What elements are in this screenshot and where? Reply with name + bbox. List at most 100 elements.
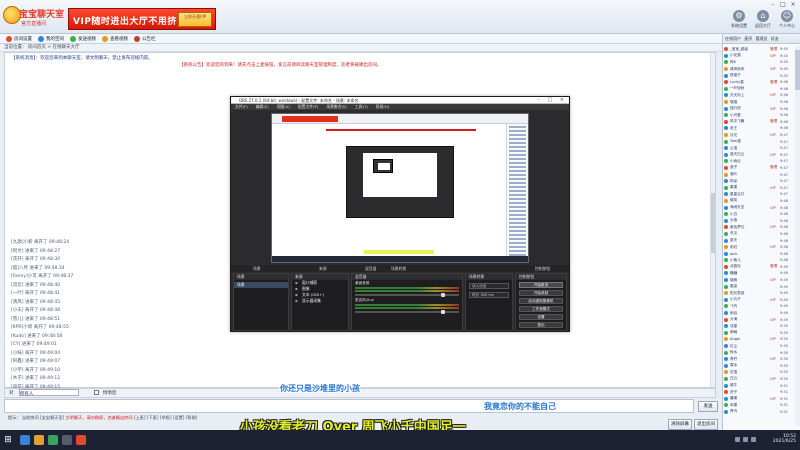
toolbar-view-video[interactable]: 查看视频 [102, 35, 128, 42]
toolbar-send-video[interactable]: 发送视频 [70, 35, 96, 42]
toolbar-room-settings[interactable]: 房间设置 [6, 35, 32, 42]
settings-button[interactable]: ⚙ 系统设置 [728, 10, 750, 32]
minimize-icon[interactable]: – [768, 1, 778, 8]
clear-screen-button[interactable]: 清除屏幕 [668, 419, 692, 430]
control-button[interactable]: 开始推流 [519, 282, 563, 288]
control-button[interactable]: 设置 [519, 314, 563, 320]
user-row[interactable]: 烟雨 VIP 9:49 [723, 277, 795, 284]
obs-menu-item[interactable]: 文件(F) [235, 104, 248, 109]
scrollbar-thumb[interactable] [711, 193, 715, 253]
user-row[interactable]: 大海 VIP 9:49 [723, 316, 795, 323]
start-button[interactable]: ⊞ [0, 430, 16, 450]
user-row[interactable]: Tom猫 9:47 [723, 138, 795, 145]
scene-item[interactable]: 场景 [234, 282, 288, 288]
profile-button[interactable]: ☺ 个人中心 [776, 10, 798, 32]
tab-admins[interactable]: 管理员 [756, 36, 768, 41]
source-item[interactable]: 显示器采集 [292, 298, 348, 304]
user-row[interactable]: 微笑 9:48 [723, 198, 795, 205]
transition-type-select[interactable]: 淡入淡出 [469, 283, 509, 289]
user-row[interactable]: 风中飞舞 管理 9:46 [723, 119, 795, 126]
user-row[interactable]: 冬瓜 9:48 [723, 231, 795, 238]
user-row[interactable]: 清风徐来 VIP 9:45 [723, 66, 795, 73]
user-row[interactable]: 喵喵 9:46 [723, 99, 795, 106]
user-row[interactable]: 青柠 VIP 9:50 [723, 356, 795, 363]
control-button[interactable]: 开始录制 [519, 290, 563, 296]
control-button[interactable]: 启动虚拟摄像机 [519, 298, 563, 304]
tab-friends[interactable]: 好友 [771, 36, 779, 41]
send-button[interactable]: 发送 [698, 401, 718, 412]
user-row[interactable]: 墨染 9:49 [723, 283, 795, 290]
obs-menu-item[interactable]: 工具(T) [355, 104, 368, 109]
user-list-scrollbar[interactable] [795, 46, 800, 426]
browser-icon[interactable] [20, 435, 30, 445]
vip-open-button[interactable]: 立即开通VIP [178, 12, 212, 27]
user-row[interactable]: 果果 VIP 9:47 [723, 184, 795, 191]
user-row[interactable]: 月光 VIP 9:47 [723, 132, 795, 139]
control-button[interactable]: 工作室模式 [519, 306, 563, 312]
vip-banner[interactable]: VIP随时进出大厅不用挤 立即开通VIP [68, 8, 216, 30]
toolbar-my-space[interactable]: 我的空间 [38, 35, 64, 42]
user-row[interactable]: 流星 9:50 [723, 323, 795, 330]
tab-mixer[interactable]: 混音器 [365, 265, 376, 272]
user-row[interactable]: _宝宝_超级 管理 9:45 [723, 46, 795, 53]
user-row[interactable]: 北极光 管理 9:49 [723, 264, 795, 271]
user-row[interactable]: 蜗牛 9:51 [723, 382, 795, 389]
transition-duration-field[interactable]: 时长 300 ms [469, 292, 509, 298]
user-row[interactable]: 老王 9:46 [723, 125, 795, 132]
obs-taskbar-icon[interactable] [62, 435, 72, 445]
user-row[interactable]: 夏天 9:48 [723, 237, 795, 244]
user-row[interactable]: 浪子 管理 9:47 [723, 165, 795, 172]
user-row[interactable]: 蓝天白云 VIP 9:47 [723, 152, 795, 159]
obs-window-controls[interactable]: – □ × [537, 97, 567, 104]
user-row[interactable]: 小雨点 9:47 [723, 158, 795, 165]
tab-scenes[interactable]: 场景 [253, 265, 261, 272]
network-icon[interactable] [735, 437, 740, 442]
obs-preview-canvas[interactable] [271, 113, 529, 263]
tab-transitions[interactable]: 场景转换 [391, 265, 406, 272]
user-row[interactable]: Lucky星 管理 9:46 [723, 79, 795, 86]
user-row[interactable]: 阳光男孩 9:49 [723, 290, 795, 297]
user-row[interactable]: 彩虹 VIP 9:48 [723, 244, 795, 251]
user-row[interactable]: 青鸟 9:51 [723, 409, 795, 416]
target-select[interactable]: 所有人 [18, 389, 79, 397]
tab-controls[interactable]: 控制按钮 [535, 265, 550, 272]
obs-menu-item[interactable]: 视图(V) [277, 104, 290, 109]
user-row[interactable]: 星星点灯 9:47 [723, 191, 795, 198]
scrollbar-thumb[interactable] [795, 50, 800, 90]
user-row[interactable]: 萌萌 9:50 [723, 330, 795, 337]
volume-slider[interactable] [355, 293, 459, 297]
user-row[interactable]: 小花猫 VIP 9:45 [723, 53, 795, 60]
obs-menu-item[interactable]: 场景集合(S) [326, 104, 347, 109]
user-row[interactable]: 心语 9:47 [723, 145, 795, 152]
user-row[interactable]: 小鱼儿 9:48 [723, 257, 795, 264]
toolbar-notice[interactable]: 公告栏 [134, 35, 156, 42]
user-row[interactable]: 虎子 9:51 [723, 389, 795, 396]
user-row[interactable]: 糖糖 9:49 [723, 270, 795, 277]
user-row[interactable]: Jack 9:48 [723, 250, 795, 257]
user-row[interactable]: 落叶 9:47 [723, 171, 795, 178]
user-row[interactable]: 晨曦 VIP 9:51 [723, 395, 795, 402]
user-row[interactable]: 阿呆 9:47 [723, 178, 795, 185]
chat-scrollbar[interactable] [710, 53, 715, 387]
user-row[interactable]: 红尘 9:50 [723, 343, 795, 350]
ime-icon[interactable] [751, 437, 756, 442]
volume-icon[interactable] [743, 437, 748, 442]
user-row[interactable]: 天天向上 VIP 9:46 [723, 92, 795, 99]
user-row[interactable]: 秋水 9:50 [723, 349, 795, 356]
obs-menu-item[interactable]: 编辑(E) [256, 104, 269, 109]
message-input[interactable] [4, 399, 694, 413]
maximize-icon[interactable]: □ [778, 1, 788, 8]
user-row[interactable]: 小白 9:48 [723, 211, 795, 218]
close-icon[interactable]: × [788, 1, 798, 8]
user-row[interactable]: 独行侠 VIP 9:46 [723, 105, 795, 112]
folder-icon[interactable] [34, 435, 44, 445]
user-row[interactable]: 小可爱 9:46 [723, 112, 795, 119]
tray-clock[interactable]: 10:52 2021/6/25 [773, 430, 796, 450]
lobby-button[interactable]: ⌂ 返回大厅 [752, 10, 774, 32]
user-row[interactable]: Angel VIP 9:50 [723, 336, 795, 343]
user-row[interactable]: 大熊 9:48 [723, 217, 795, 224]
user-row[interactable]: 一叶知秋 9:46 [723, 86, 795, 93]
obs-menu-item[interactable]: 配置文件(P) [298, 104, 318, 109]
volume-slider[interactable] [355, 310, 459, 314]
tab-mic-queue[interactable]: 麦序 [744, 36, 752, 41]
